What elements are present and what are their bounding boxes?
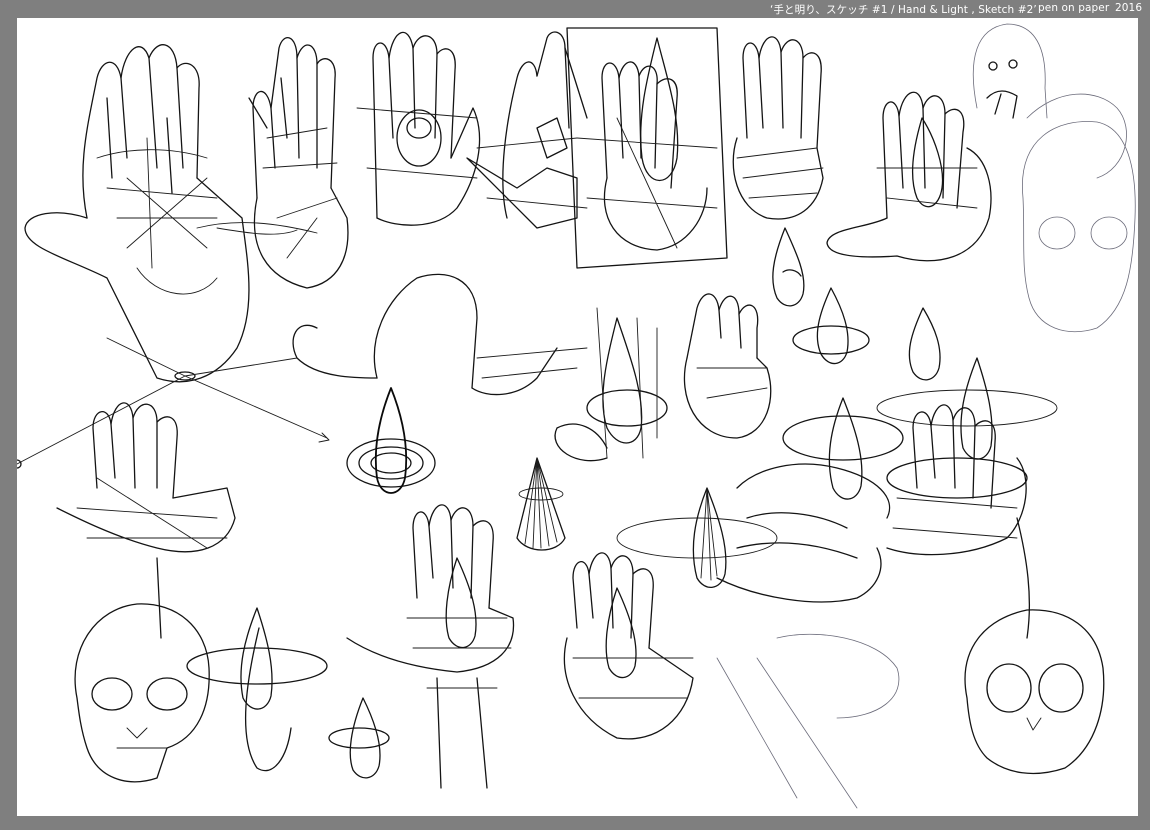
hand-sketch	[17, 337, 330, 469]
flame-sketch	[772, 227, 805, 307]
hand-sketch	[716, 633, 900, 809]
flame-sketch	[516, 457, 566, 551]
flame-sketch	[346, 387, 436, 494]
sketch-paper	[17, 18, 1138, 816]
flame-sketch	[908, 307, 941, 381]
hand-sketch	[732, 36, 824, 220]
hand-sketch	[292, 273, 588, 396]
hand-sketch	[554, 307, 668, 462]
hand-sketch	[563, 552, 694, 740]
hand-sketch	[683, 293, 772, 439]
skull-sketch	[74, 603, 210, 783]
artwork-title: ‘手と明り、スケッチ #1 / Hand & Light , Sketch #2…	[770, 4, 1037, 16]
hand-sketch	[826, 91, 992, 262]
hand-sketch	[216, 37, 349, 289]
flame-sketch	[792, 287, 870, 365]
skull-sketch	[1022, 121, 1136, 333]
artwork-medium: pen on paper	[1038, 2, 1110, 14]
flame-sketch	[328, 697, 390, 779]
sketch-drawing	[17, 23, 1136, 809]
skull-sketch	[964, 609, 1105, 775]
hand-sketch	[356, 31, 481, 226]
hand-sketch	[56, 402, 236, 639]
hand-sketch	[886, 404, 1031, 639]
caption-bar: ‘手と明り、スケッチ #1 / Hand & Light , Sketch #2…	[0, 0, 1150, 18]
hand-sketch	[566, 27, 728, 269]
ghost-sketch	[972, 23, 1127, 179]
artwork-year: 2016	[1115, 2, 1143, 14]
hand-sketch	[346, 504, 515, 789]
hand-sketch	[616, 463, 891, 603]
artwork-frame: ‘手と明り、スケッチ #1 / Hand & Light , Sketch #2…	[0, 0, 1150, 830]
